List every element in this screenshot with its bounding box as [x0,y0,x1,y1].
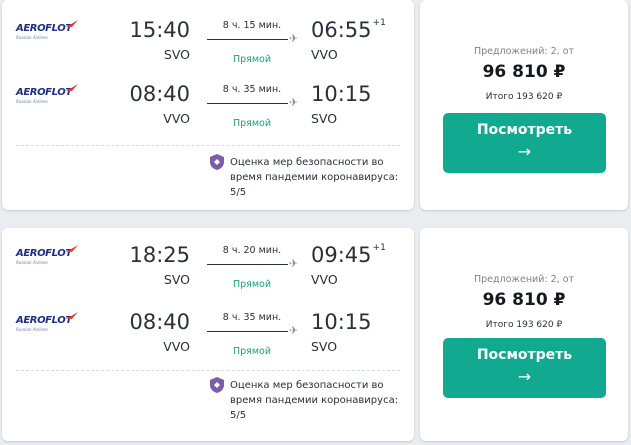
route-line [207,39,288,40]
divider [16,145,400,146]
route-line [207,264,288,265]
route-line [207,103,288,104]
segment-outbound: AEROFLOT Russian Airlines 15:40 SVO 8 ч.… [2,18,414,78]
arrival-airport: VVO [311,47,338,62]
departure-time: 08:40 [129,82,190,106]
departure-time: 08:40 [129,310,190,334]
departure-airport: VVO [163,339,190,354]
flight-duration: 8 ч. 15 мин. [222,20,282,31]
departure-time: 18:25 [129,243,190,267]
price-panel: Предложений: 2, от 96 810 ₽ Итого 193 62… [420,0,628,210]
shield-icon [210,377,224,393]
arrival-airport: SVO [311,111,338,126]
direct-flight-label: Прямой [232,118,272,129]
flight-duration: 8 ч. 20 мин. [222,245,282,256]
arrival-airport: VVO [311,272,338,287]
direct-flight-label: Прямой [232,346,272,357]
divider [16,370,400,371]
segment-outbound: AEROFLOT Russian Airlines 18:25 SVO 8 ч.… [2,243,414,303]
offers-count: Предложений: 2, от [473,274,575,285]
covid-safety-rating: Оценка мер безопасности во время пандеми… [210,377,410,423]
flight-duration: 8 ч. 35 мин. [222,312,282,323]
departure-airport: SVO [163,272,190,287]
airline-logo: AEROFLOT Russian Airlines [16,245,78,265]
price: 96 810 ₽ [482,62,566,82]
view-button-label: Посмотреть [476,122,573,138]
arrival-time: 09:45+1 [311,243,386,267]
departure-time: 15:40 [129,18,190,42]
segment-return: AEROFLOT Russian Airlines 08:40 VVO 8 ч.… [2,82,414,142]
view-button[interactable]: Посмотреть → [443,113,606,173]
direct-flight-label: Прямой [232,54,272,65]
covid-safety-rating: Оценка мер безопасности во время пандеми… [210,154,410,200]
departure-airport: SVO [163,47,190,62]
arrival-time: 10:15 [311,82,372,106]
airline-wing-icon [66,245,78,252]
arrow-right-icon: → [517,142,532,161]
flight-itinerary-panel: AEROFLOT Russian Airlines 18:25 SVO 8 ч.… [2,228,414,441]
next-day-badge: +1 [372,18,386,28]
arrival-airport: SVO [311,339,338,354]
airline-logo: AEROFLOT Russian Airlines [16,312,78,332]
next-day-badge: +1 [372,243,386,253]
flight-duration: 8 ч. 35 мин. [222,84,282,95]
direct-flight-label: Прямой [232,279,272,290]
plane-icon: ✈ [289,32,299,45]
airline-wing-icon [66,84,78,91]
arrival-time: 06:55+1 [311,18,386,42]
plane-icon: ✈ [289,324,299,337]
total-price: Итого 193 620 ₽ [485,92,563,102]
airline-logo: AEROFLOT Russian Airlines [16,84,78,104]
total-price: Итого 193 620 ₽ [485,320,563,330]
price: 96 810 ₽ [482,290,566,310]
departure-airport: VVO [163,111,190,126]
airline-logo: AEROFLOT Russian Airlines [16,20,78,40]
airline-wing-icon [66,312,78,319]
view-button[interactable]: Посмотреть → [443,338,606,398]
segment-return: AEROFLOT Russian Airlines 08:40 VVO 8 ч.… [2,310,414,370]
airline-wing-icon [66,20,78,27]
route-line [207,331,288,332]
view-button-label: Посмотреть [476,347,573,363]
plane-icon: ✈ [289,96,299,109]
price-panel: Предложений: 2, от 96 810 ₽ Итого 193 62… [420,228,628,441]
arrow-right-icon: → [517,367,532,386]
offers-count: Предложений: 2, от [473,46,575,57]
shield-icon [210,154,224,170]
flight-itinerary-panel: AEROFLOT Russian Airlines 15:40 SVO 8 ч.… [2,0,414,210]
plane-icon: ✈ [289,257,299,270]
arrival-time: 10:15 [311,310,372,334]
